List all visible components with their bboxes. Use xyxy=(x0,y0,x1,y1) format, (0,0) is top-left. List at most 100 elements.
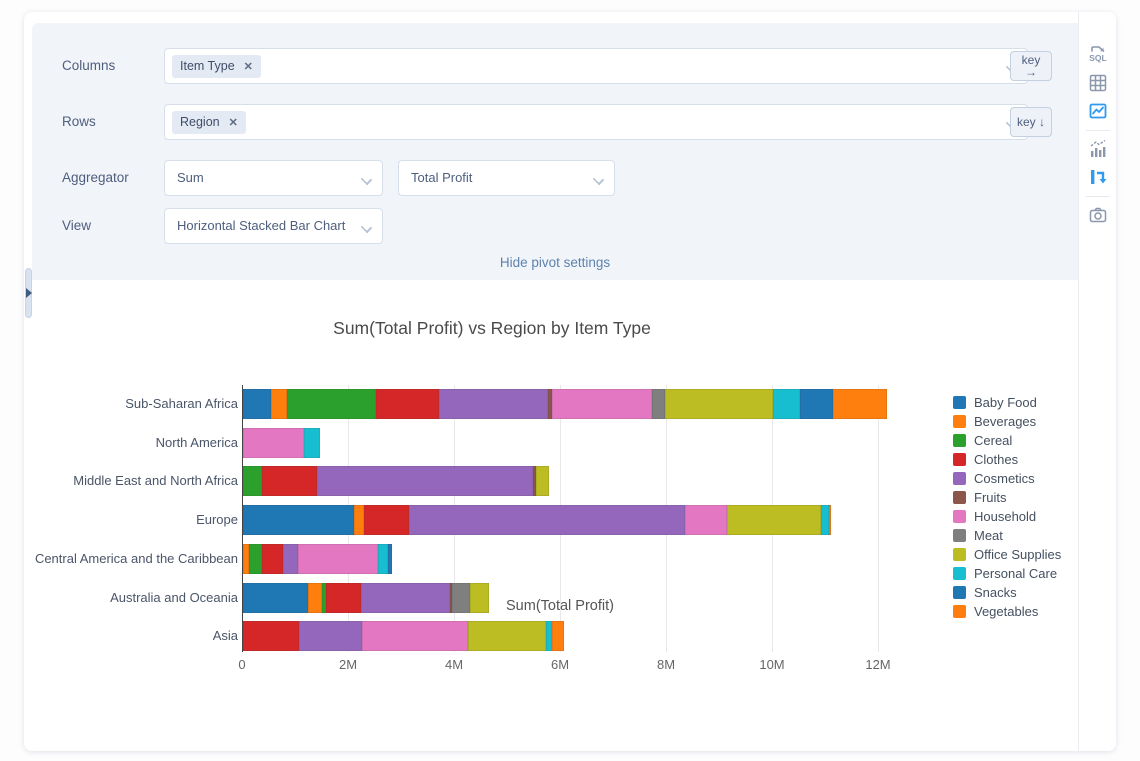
bar-segment[interactable] xyxy=(282,543,298,574)
bar-segment[interactable] xyxy=(243,505,355,536)
bar-segment[interactable] xyxy=(552,621,564,652)
bar-segment[interactable] xyxy=(286,389,376,419)
chart-image-icon[interactable] xyxy=(1087,100,1109,122)
bar-segment[interactable] xyxy=(262,466,318,497)
bar-segment[interactable] xyxy=(378,543,389,574)
legend-item[interactable]: Fruits xyxy=(953,488,1061,507)
bar-segment[interactable] xyxy=(820,505,829,536)
bar-segment[interactable] xyxy=(388,543,393,574)
rows-tag[interactable]: Region ✕ xyxy=(172,111,246,134)
bar-segment[interactable] xyxy=(261,543,283,574)
bar-segment[interactable] xyxy=(297,543,379,574)
bar-row: Central America and the Caribbean xyxy=(32,543,972,574)
bar-segment[interactable] xyxy=(303,427,320,458)
columns-row: Columns Item Type ✕ key → xyxy=(62,48,1078,84)
columns-select[interactable]: Item Type ✕ xyxy=(164,48,1028,84)
bar-segment[interactable] xyxy=(298,621,362,652)
stats-chart-icon[interactable] xyxy=(1087,138,1109,160)
bar-segment[interactable] xyxy=(651,389,666,419)
rows-select[interactable]: Region ✕ xyxy=(164,104,1028,140)
bar-segment[interactable] xyxy=(535,466,549,497)
aggregator-label: Aggregator xyxy=(62,170,129,185)
bar-segment[interactable] xyxy=(376,389,440,419)
legend-label: Cereal xyxy=(974,433,1013,448)
svg-text:SQL: SQL xyxy=(1089,53,1106,63)
bar-segment[interactable] xyxy=(249,543,262,574)
legend-item[interactable]: Clothes xyxy=(953,450,1061,469)
bar-segment[interactable] xyxy=(832,389,887,419)
legend-label: Beverages xyxy=(974,414,1037,429)
stacked-bar xyxy=(243,466,549,497)
pivot-settings-panel: Columns Item Type ✕ key → Rows Region ✕ ke… xyxy=(32,23,1078,280)
collapse-settings-handle[interactable] xyxy=(25,268,32,318)
hide-pivot-settings-link[interactable]: Hide pivot settings xyxy=(32,255,1078,270)
legend-item[interactable]: Meat xyxy=(953,526,1061,545)
bar-segment[interactable] xyxy=(799,389,833,419)
y-category-label: Europe xyxy=(196,512,238,528)
y-category-label: Sub-Saharan Africa xyxy=(125,396,238,411)
bar-segment[interactable] xyxy=(243,621,299,652)
bar-segment[interactable] xyxy=(363,505,410,536)
chevron-down-icon xyxy=(362,223,371,232)
y-category-label: Central America and the Caribbean xyxy=(34,550,238,566)
bar-segment[interactable] xyxy=(271,389,287,419)
stacked-bar xyxy=(243,621,564,652)
bar-segment[interactable] xyxy=(243,427,304,458)
legend-item[interactable]: Snacks xyxy=(953,583,1061,602)
legend-label: Clothes xyxy=(974,452,1019,467)
bar-segment[interactable] xyxy=(439,389,549,419)
legend-swatch xyxy=(953,415,966,428)
tag-close-icon[interactable]: ✕ xyxy=(229,112,238,135)
tag-close-icon[interactable]: ✕ xyxy=(244,56,253,79)
x-tick-label: 0 xyxy=(238,657,246,672)
pivot-icon[interactable] xyxy=(1087,166,1109,188)
bar-segment[interactable] xyxy=(685,505,728,536)
y-category-label: Asia xyxy=(212,628,238,644)
key-rows-button[interactable]: key ↓ xyxy=(1010,107,1052,137)
table-icon[interactable] xyxy=(1087,72,1109,94)
legend-label: Snacks xyxy=(974,585,1017,600)
bar-segment[interactable] xyxy=(552,389,652,419)
bar-segment[interactable] xyxy=(317,466,534,497)
bar-segment[interactable] xyxy=(772,389,800,419)
bar-segment[interactable] xyxy=(243,389,272,419)
toolbar-divider xyxy=(1086,196,1110,197)
key-columns-button[interactable]: key → xyxy=(1010,51,1052,81)
camera-icon[interactable] xyxy=(1087,204,1109,226)
legend-item[interactable]: Beverages xyxy=(953,412,1061,431)
bar-segment[interactable] xyxy=(354,505,364,536)
bar-segment[interactable] xyxy=(828,505,831,536)
legend-label: Personal Care xyxy=(974,566,1058,581)
legend-swatch xyxy=(953,529,966,542)
bar-segment[interactable] xyxy=(727,505,821,536)
view-row: View Horizontal Stacked Bar Chart xyxy=(62,208,1078,244)
aggregator-field-select[interactable]: Total Profit xyxy=(398,160,615,196)
view-select[interactable]: Horizontal Stacked Bar Chart xyxy=(164,208,383,244)
legend-item[interactable]: Cereal xyxy=(953,431,1061,450)
legend-item[interactable]: Personal Care xyxy=(953,564,1061,583)
legend-item[interactable]: Household xyxy=(953,507,1061,526)
bar-row: North America xyxy=(32,427,972,458)
legend-label: Baby Food xyxy=(974,395,1037,410)
bar-segment[interactable] xyxy=(409,505,685,536)
legend-item[interactable]: Cosmetics xyxy=(953,469,1061,488)
bar-row: Europe xyxy=(32,505,972,536)
side-toolbar: SQL xyxy=(1078,12,1116,751)
legend-swatch xyxy=(953,548,966,561)
stacked-bar xyxy=(243,427,320,458)
columns-label: Columns xyxy=(62,58,116,73)
sql-export-icon[interactable]: SQL xyxy=(1087,42,1109,64)
legend-item[interactable]: Office Supplies xyxy=(953,545,1061,564)
bar-segment[interactable] xyxy=(243,466,263,497)
bar-segment[interactable] xyxy=(467,621,546,652)
columns-tag[interactable]: Item Type ✕ xyxy=(172,55,261,78)
legend-swatch xyxy=(953,491,966,504)
legend-item[interactable]: Baby Food xyxy=(953,393,1061,412)
x-tick-label: 6M xyxy=(550,657,570,672)
bar-segment[interactable] xyxy=(361,621,468,652)
aggregator-select[interactable]: Sum xyxy=(164,160,383,196)
legend-item[interactable]: Vegetables xyxy=(953,602,1061,621)
bar-segment[interactable] xyxy=(665,389,773,419)
plot-area: 0 2M 4M 6M 8M 10M 12M Sub-Saharan Africa North A… xyxy=(32,385,972,735)
bar-segment[interactable] xyxy=(545,621,553,652)
